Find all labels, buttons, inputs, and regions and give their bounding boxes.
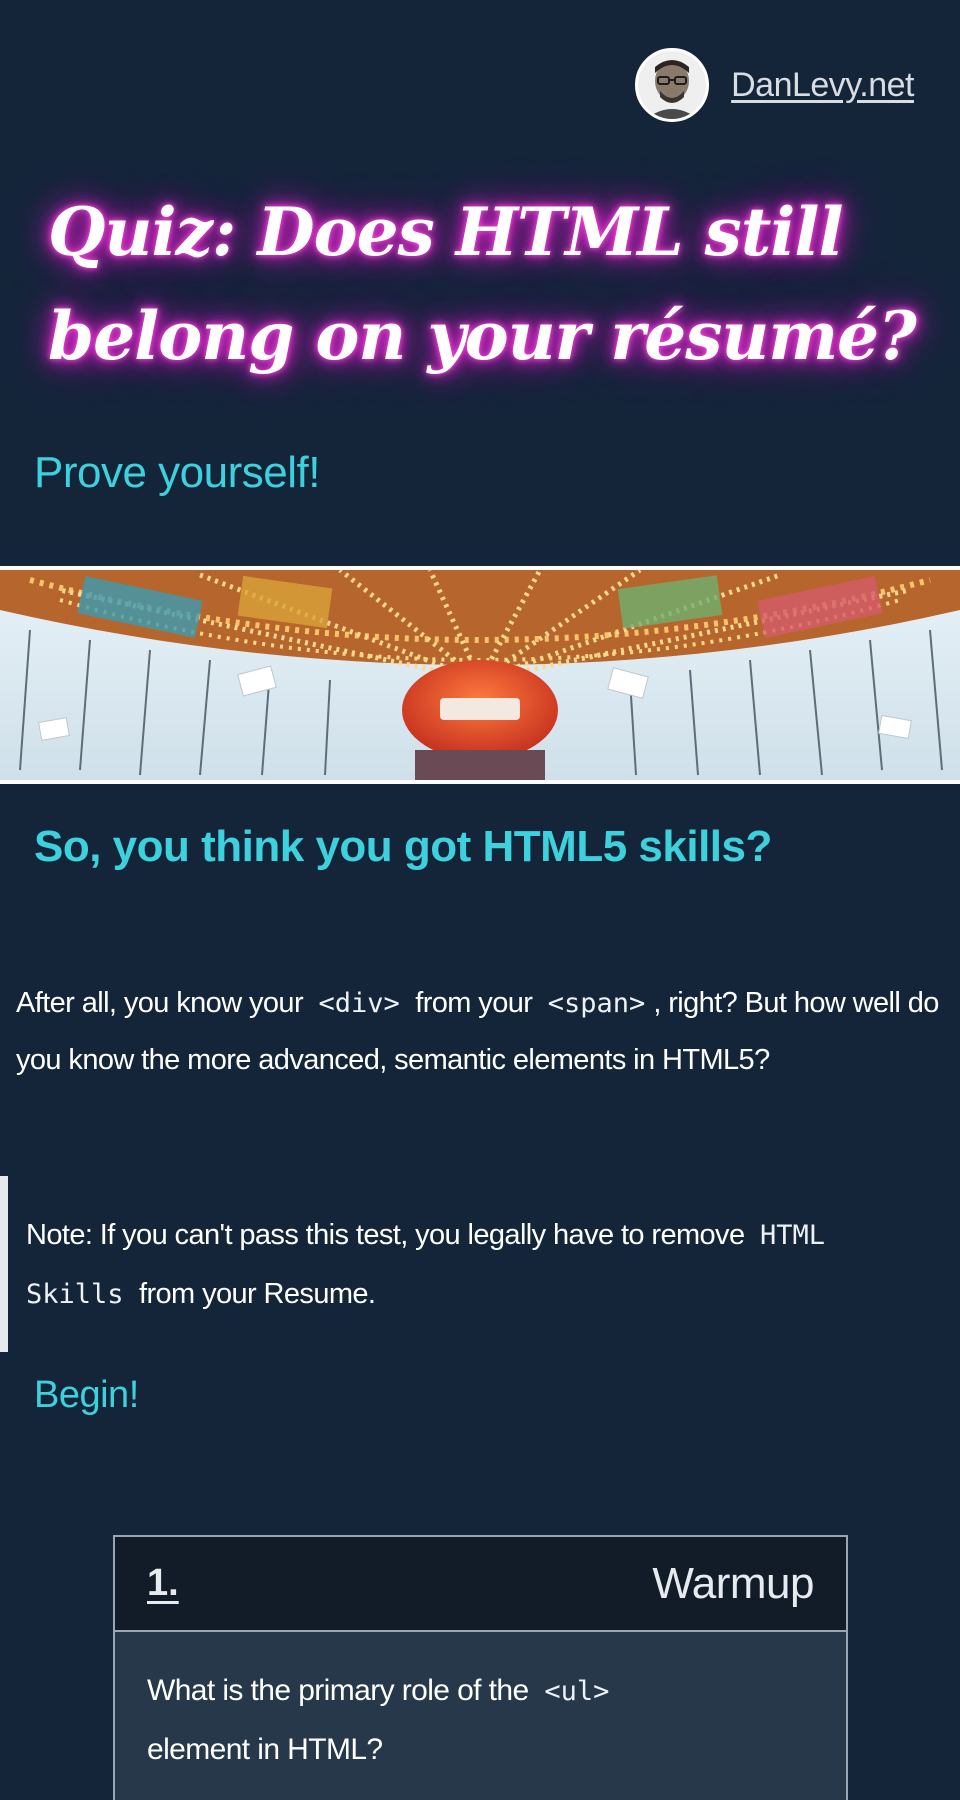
- begin-heading: Begin!: [34, 1374, 139, 1416]
- note-paragraph: Note: If you can't pass this test, you l…: [26, 1206, 926, 1324]
- code-div: <div>: [318, 988, 400, 1019]
- question-text-1: What is the primary role of the: [147, 1674, 529, 1707]
- quiz-question-card: 1. Warmup What is the primary role of th…: [113, 1535, 848, 1800]
- question-text-2: element in HTML?: [147, 1733, 383, 1766]
- code-ul: <ul>: [544, 1676, 610, 1707]
- avatar[interactable]: [635, 48, 710, 122]
- intro-text-1: After all, you know your: [16, 987, 304, 1019]
- note-text-1: Note: If you can't pass this test, you l…: [26, 1219, 745, 1251]
- carousel-image-icon: [0, 570, 960, 780]
- question-category: Warmup: [652, 1558, 814, 1608]
- section-heading: So, you think you got HTML5 skills?: [34, 822, 772, 871]
- note-blockquote: Note: If you can't pass this test, you l…: [0, 1176, 960, 1352]
- avatar-photo-icon: [638, 51, 707, 119]
- site-home-link[interactable]: DanLevy.net: [731, 66, 914, 105]
- site-header: DanLevy.net: [635, 48, 914, 122]
- code-span: <span>: [547, 988, 646, 1019]
- question-number-link[interactable]: 1.: [147, 1562, 179, 1605]
- note-text-2: from your Resume.: [139, 1278, 376, 1310]
- intro-text-2: from your: [415, 987, 533, 1019]
- intro-paragraph: After all, you know your <div> from your…: [16, 975, 946, 1088]
- page-title: Quiz: Does HTML still belong on your rés…: [48, 193, 917, 375]
- page: DanLevy.net Quiz: Does HTML still belong…: [0, 0, 960, 1800]
- hero-banner-image: [0, 566, 960, 784]
- page-subtitle: Prove yourself!: [34, 448, 320, 497]
- quiz-card-header: 1. Warmup: [115, 1537, 846, 1632]
- question-text: What is the primary role of the <ul> elem…: [115, 1632, 846, 1800]
